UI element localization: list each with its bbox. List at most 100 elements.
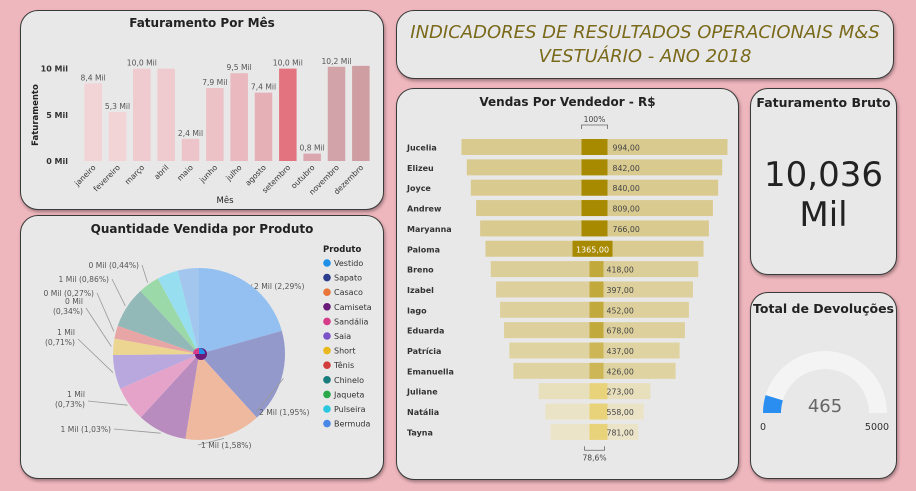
legend-marker [323,288,331,296]
seller-value-label: 766,00 [613,225,640,234]
pie-data-label: 0 Mil [65,297,83,306]
legend-entry: Tênis [333,360,354,370]
funnel-inner-bar [589,281,604,298]
pie-data-label: 1 Mil [57,328,75,337]
y-tick-label: 0 Mil [46,157,68,166]
quantity-by-product-card: Quantidade Vendida por Produto 2 Mil (2,… [20,215,384,479]
seller-value-label: 397,00 [607,286,634,295]
legend-marker [323,303,331,311]
bar-data-label: 7,4 Mil [251,83,276,92]
pie-leader-line [113,428,161,434]
seller-name: Eduarda [407,327,444,336]
seller-value-label: 994,00 [613,144,640,153]
y-axis-label: Faturamento [31,84,41,146]
legend-entry: Bermuda [334,420,371,429]
bar-data-label: 10,0 Mil [273,59,303,68]
funnel-inner-bar [589,423,608,440]
seller-name: Joyce [406,184,431,193]
x-tick-label: fevereiro [92,163,123,194]
pie-leader-line [96,292,115,332]
bar [327,66,346,161]
pie-data-label: 2 Mil (2,29%) [254,282,305,291]
gross-revenue-title: Faturamento Bruto [756,95,891,110]
legend-entry: Casaco [334,288,363,297]
legend-marker [323,317,331,326]
seller-value-label: 437,00 [607,347,634,356]
pie-data-label: (0,73%) [55,400,85,409]
gauge-max: 5000 [865,422,889,433]
seller-value-label: 426,00 [607,367,634,376]
legend-entry: Saia [334,332,351,341]
legend-entry: Pulseira [334,405,366,414]
legend-entry: Sandália [334,317,368,326]
seller-name: Breno [407,266,434,275]
funnel-inner-bar [581,159,608,176]
gross-revenue-value: 10,036 [764,155,883,195]
seller-name: Iago [407,306,427,315]
x-axis-label: Mês [217,195,235,206]
bar [181,138,200,161]
bar-data-label: 9,5 Mil [227,63,252,72]
seller-name: Elizeu [407,164,434,173]
bar [133,68,151,161]
bar [206,88,224,161]
bar [254,92,273,161]
bar [303,153,321,161]
funnel-inner-bar [581,200,608,217]
funnel-inner-bar [589,403,608,420]
funnel-inner-bar [589,362,604,379]
pie-data-label: 2 Mil (1,95%) [259,408,310,417]
pie-leader-line [87,400,128,406]
gross-revenue-card: Faturamento Bruto 10,036 Mil [750,88,897,275]
x-tick-label: março [123,163,146,186]
legend-marker [323,332,331,340]
seller-name: Natália [407,408,439,417]
pie-leader-line [111,278,126,307]
legend-marker [323,390,331,399]
returns-card: Total de Devoluções 465 0 5000 [750,292,897,479]
legend-entry: Short [334,347,355,356]
seller-value-label: 452,00 [607,306,634,315]
seller-name: Jucelia [406,144,437,153]
funnel-inner-bar [589,383,608,400]
y-tick-label: 5 Mil [46,111,68,120]
seller-name: Juliane [406,388,438,397]
funnel-inner-bar [589,301,604,318]
pie-data-label: 1 Mil [67,390,85,399]
revenue-by-month-card: Faturamento Por Mês 0 Mil 5 Mil 10 Mil Fatu… [20,10,384,210]
gross-revenue-unit: Mil [799,195,848,235]
legend-marker [323,361,331,369]
gauge-value: 465 [808,396,842,417]
pie-leader-line [250,283,253,287]
seller-value-label: 1365,00 [576,245,609,254]
pie-data-label: 1 Mil (1,58%) [201,441,252,450]
seller-name: Tayna [407,428,433,437]
seller-value-label: 273,00 [607,388,634,397]
seller-name: Andrew [407,205,442,214]
x-tick-label: abril [152,163,170,181]
bar [108,112,127,161]
legend-marker [323,376,331,384]
seller-value-label: 809,00 [613,205,640,214]
funnel-inner-bar [581,179,608,196]
product-pie-chart: 2 Mil (2,29%) 2 Mil (1,95%) 1 Mil (1,58%) 1… [44,245,372,450]
bar [157,68,175,161]
legend-marker [323,259,331,267]
legend-marker [323,346,331,355]
legend-entry: Jaqueta [333,390,364,399]
pie-leader-line [85,307,112,347]
legend-title: Produto [323,245,361,255]
seller-value-label: 418,00 [607,266,634,275]
pie-leader-line [77,338,114,373]
funnel-inner-bar [589,342,604,359]
x-tick-label: julho [223,163,243,183]
revenue-bar-chart: 0 Mil5 Mil10 MilFaturamentoMês8,4 Miljan… [31,57,370,206]
bar [230,73,248,161]
funnel-top-label: 100% [584,115,606,124]
funnel-inner-bar [589,261,604,278]
bar [279,68,297,161]
x-tick-label: junho [197,163,219,185]
legend-marker [323,419,331,428]
bar-data-label: 10,0 Mil [127,59,157,68]
bar [352,65,370,161]
